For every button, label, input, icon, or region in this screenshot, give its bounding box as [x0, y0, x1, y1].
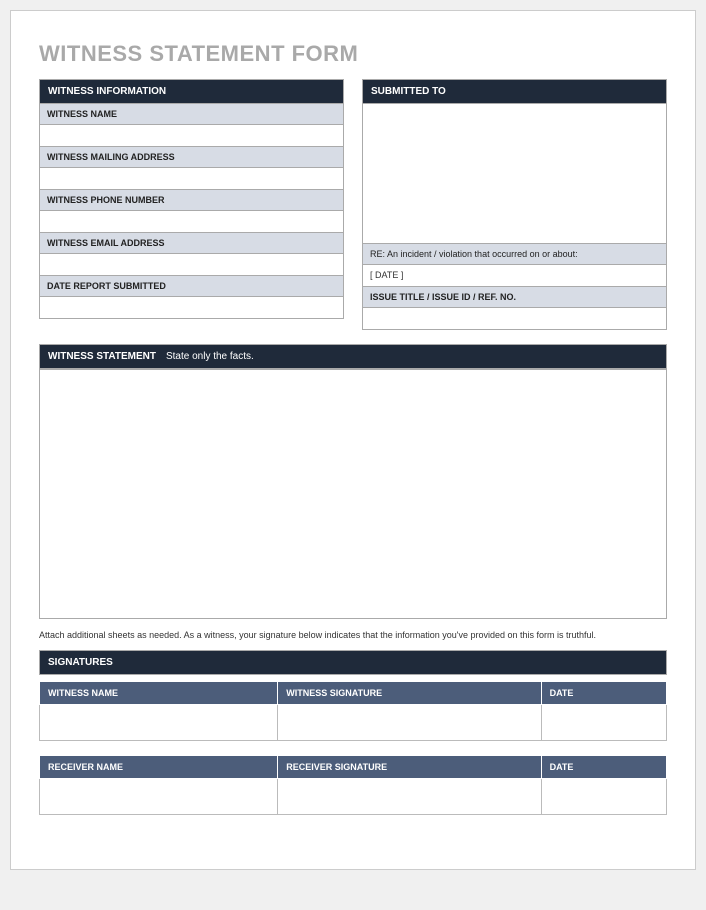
receiver-date-cell[interactable]	[541, 778, 666, 814]
attach-note: Attach additional sheets as needed. As a…	[39, 629, 667, 642]
witness-signature-cell[interactable]	[278, 704, 541, 740]
witness-name-label: WITNESS NAME	[39, 104, 344, 125]
statement-header: WITNESS STATEMENT State only the facts.	[39, 344, 667, 369]
issue-title-label: ISSUE TITLE / ISSUE ID / REF. NO.	[362, 287, 667, 308]
receiver-signature-col: RECEIVER SIGNATURE	[278, 755, 541, 778]
receiver-name-cell[interactable]	[40, 778, 278, 814]
witness-signature-table: WITNESS NAME WITNESS SIGNATURE DATE	[39, 681, 667, 741]
statement-header-sub: State only the facts.	[166, 351, 254, 362]
witness-name-input[interactable]	[39, 125, 344, 147]
form-title: WITNESS STATEMENT FORM	[39, 41, 667, 67]
witness-info-column: WITNESS INFORMATION WITNESS NAME WITNESS…	[39, 79, 344, 330]
receiver-signature-cell[interactable]	[278, 778, 541, 814]
statement-header-title: WITNESS STATEMENT	[48, 351, 156, 362]
signatures-header: SIGNATURES	[39, 650, 667, 675]
re-date-input[interactable]: [ DATE ]	[362, 265, 667, 287]
date-submitted-input[interactable]	[39, 297, 344, 319]
top-columns: WITNESS INFORMATION WITNESS NAME WITNESS…	[39, 79, 667, 330]
witness-name-col: WITNESS NAME	[40, 681, 278, 704]
receiver-date-col: DATE	[541, 755, 666, 778]
form-page: WITNESS STATEMENT FORM WITNESS INFORMATI…	[10, 10, 696, 870]
witness-email-label: WITNESS EMAIL ADDRESS	[39, 233, 344, 254]
re-label: RE: An incident / violation that occurre…	[362, 244, 667, 265]
table-row	[40, 704, 667, 740]
submitted-to-header: SUBMITTED TO	[362, 79, 667, 104]
submitted-to-input[interactable]	[362, 104, 667, 244]
submitted-to-column: SUBMITTED TO RE: An incident / violation…	[362, 79, 667, 330]
witness-signature-col: WITNESS SIGNATURE	[278, 681, 541, 704]
table-row	[40, 778, 667, 814]
witness-phone-label: WITNESS PHONE NUMBER	[39, 190, 344, 211]
witness-email-input[interactable]	[39, 254, 344, 276]
receiver-name-col: RECEIVER NAME	[40, 755, 278, 778]
issue-title-input[interactable]	[362, 308, 667, 330]
witness-date-cell[interactable]	[541, 704, 666, 740]
witness-info-header: WITNESS INFORMATION	[39, 79, 344, 104]
statement-textarea[interactable]	[39, 369, 667, 619]
witness-address-input[interactable]	[39, 168, 344, 190]
receiver-signature-table: RECEIVER NAME RECEIVER SIGNATURE DATE	[39, 755, 667, 815]
witness-date-col: DATE	[541, 681, 666, 704]
witness-address-label: WITNESS MAILING ADDRESS	[39, 147, 344, 168]
date-submitted-label: DATE REPORT SUBMITTED	[39, 276, 344, 297]
witness-name-cell[interactable]	[40, 704, 278, 740]
witness-phone-input[interactable]	[39, 211, 344, 233]
